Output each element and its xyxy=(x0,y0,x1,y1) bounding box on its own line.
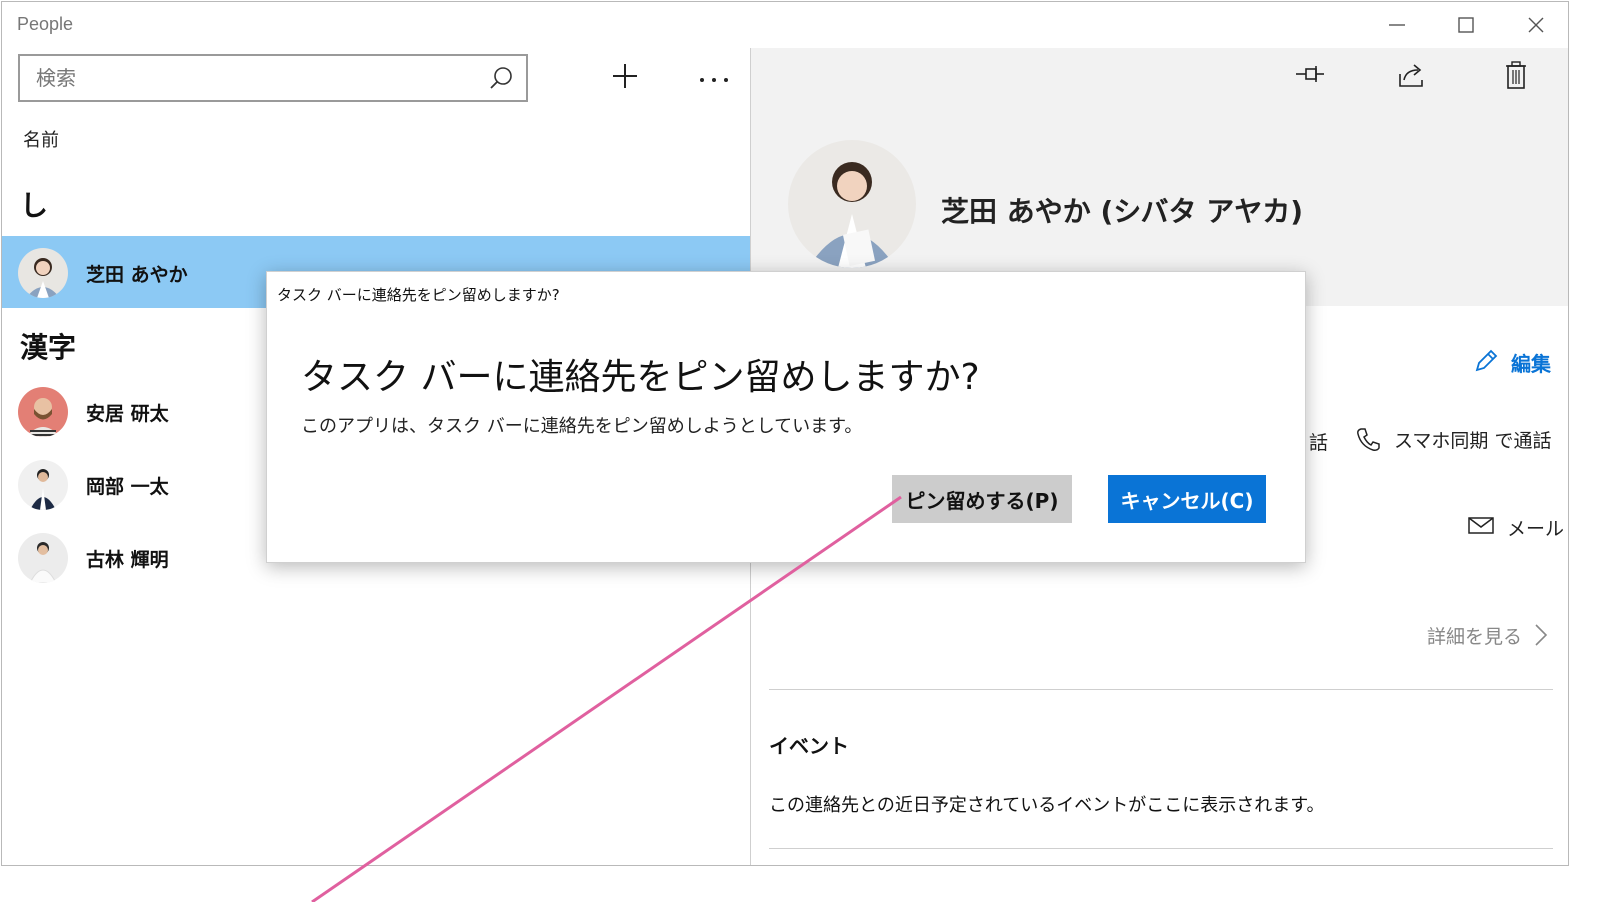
divider xyxy=(769,689,1553,690)
close-button[interactable] xyxy=(1513,8,1559,42)
pin-to-taskbar-dialog: タスク バーに連絡先をピン留めしますか? タスク バーに連絡先をピン留めしますか… xyxy=(266,271,1306,563)
contact-name: 安居 研太 xyxy=(86,403,169,425)
share-button[interactable] xyxy=(1394,60,1438,96)
close-icon xyxy=(1528,17,1544,33)
divider xyxy=(769,848,1553,849)
call-via-phone-link[interactable]: スマホ同期 で通話 xyxy=(1394,426,1551,453)
call-link-partial[interactable]: 話 xyxy=(1309,428,1328,455)
contact-name: 古林 輝明 xyxy=(86,549,169,571)
avatar xyxy=(18,533,68,583)
more-options-button[interactable] xyxy=(694,58,734,94)
sort-label[interactable]: 名前 xyxy=(23,126,59,152)
group-header-shi[interactable]: し xyxy=(20,184,48,224)
pin-button-confirm[interactable]: ピン留めする(P) xyxy=(892,475,1072,523)
maximize-icon xyxy=(1458,17,1474,33)
search-box[interactable] xyxy=(18,54,528,102)
contact-photo xyxy=(788,140,916,268)
see-details-link[interactable]: 詳細を見る xyxy=(1427,622,1522,649)
avatar xyxy=(18,248,68,298)
dialog-message: このアプリは、タスク バーに連絡先をピン留めしようとしています。 xyxy=(301,416,863,437)
minimize-button[interactable] xyxy=(1374,8,1420,42)
more-icon xyxy=(700,78,728,82)
dialog-caption: タスク バーに連絡先をピン留めしますか? xyxy=(277,286,560,304)
search-input[interactable] xyxy=(34,63,478,93)
title-bar: People xyxy=(2,2,1568,48)
edit-icon[interactable] xyxy=(1473,348,1499,374)
email-link[interactable]: メール xyxy=(1507,514,1564,541)
pin-icon xyxy=(1296,66,1324,82)
avatar xyxy=(18,460,68,510)
add-contact-button[interactable] xyxy=(607,58,643,94)
plus-icon xyxy=(613,64,637,88)
phone-icon xyxy=(1357,428,1380,451)
search-icon[interactable] xyxy=(488,65,514,91)
events-title: イベント xyxy=(769,734,849,758)
dialog-heading: タスク バーに連絡先をピン留めしますか? xyxy=(301,357,980,398)
group-header-kanji[interactable]: 漢字 xyxy=(20,326,76,366)
contact-full-name: 芝田 あやか (シバタ アヤカ) xyxy=(941,195,1303,228)
pin-button[interactable] xyxy=(1292,60,1336,96)
maximize-button[interactable] xyxy=(1443,8,1489,42)
contact-name: 岡部 一太 xyxy=(86,476,169,498)
events-empty-text: この連絡先との近日予定されているイベントがここに表示されます。 xyxy=(769,795,1325,816)
delete-button[interactable] xyxy=(1498,60,1542,96)
trash-icon xyxy=(1506,61,1526,89)
cancel-button[interactable]: キャンセル(C) xyxy=(1108,475,1266,523)
avatar xyxy=(18,387,68,437)
share-icon xyxy=(1399,64,1423,87)
mail-icon xyxy=(1468,517,1494,534)
app-title: People xyxy=(17,14,74,34)
chevron-right-icon[interactable] xyxy=(1533,622,1549,648)
contact-name: 芝田 あやか xyxy=(86,264,188,286)
contact-header: 芝田 あやか (シバタ アヤカ) xyxy=(751,48,1568,306)
minimize-icon xyxy=(1389,24,1405,26)
edit-button[interactable]: 編集 xyxy=(1511,348,1551,377)
